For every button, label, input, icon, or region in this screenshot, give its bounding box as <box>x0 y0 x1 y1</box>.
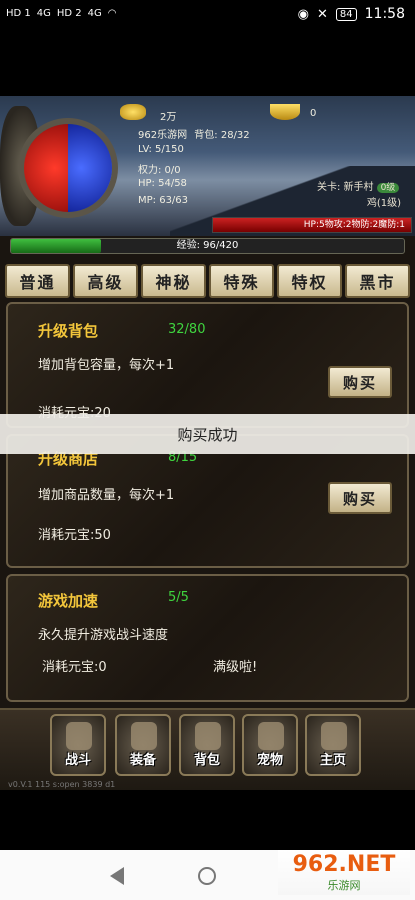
door-icon <box>321 722 347 750</box>
player-name: 962乐游网 <box>138 130 188 141</box>
stage-level-badge: 0级 <box>376 183 400 193</box>
pet-stats-bar: HP:5物攻:2物防:2魔防:1 <box>212 217 412 233</box>
nav-label: 主页 <box>319 753 346 768</box>
tab-special[interactable]: 特殊 <box>209 264 274 298</box>
home-icon[interactable] <box>198 867 216 885</box>
nav-battle-button[interactable]: 战斗 <box>50 714 106 776</box>
bottom-nav: 战斗 装备 背包 宠物 主页 v0.V.1 115 s:open 3839 d1 <box>0 708 415 790</box>
tab-advanced[interactable]: 高级 <box>73 264 138 298</box>
item-count: 32/80 <box>168 322 206 337</box>
maxed-label: 满级啦! <box>213 660 258 675</box>
item-cost: 消耗元宝:0 <box>42 660 107 675</box>
exp-bar: 经验: 96/420 <box>10 238 405 254</box>
item-title: 游戏加速 <box>38 592 99 610</box>
stage-label: 关卡: 新手村 <box>317 182 374 193</box>
clock: 11:58 <box>364 6 405 22</box>
network-label-2: 4G <box>87 8 102 19</box>
swords-icon <box>66 722 92 750</box>
ingot-icon <box>270 104 300 120</box>
pet-name: 鸡(1级) <box>366 198 401 209</box>
shop-item-speed: 游戏加速 5/5 永久提升游戏战斗速度 消耗元宝:0 满级啦! <box>6 574 409 702</box>
bag-capacity: 背包: 28/32 <box>194 130 250 141</box>
power-text: 权力: 0/0 <box>138 165 181 176</box>
level-text: LV: 5/150 <box>138 144 184 155</box>
buy-button[interactable]: 购买 <box>328 482 392 514</box>
mute-icon: ✕ <box>317 6 328 22</box>
buy-button[interactable]: 购买 <box>328 366 392 398</box>
item-title: 升级背包 <box>38 322 99 340</box>
ingot-amount: 0 <box>310 108 317 119</box>
wifi-icon: ◠ <box>107 8 117 19</box>
nav-home-button[interactable]: 主页 <box>305 714 361 776</box>
shop-item-shop: 升级商店 8/15 增加商品数量，每次+1 购买 消耗元宝:50 <box>6 434 409 568</box>
armor-icon <box>131 722 157 750</box>
hp-orb-half <box>24 124 68 212</box>
item-description: 增加背包容量，每次+1 <box>38 358 175 373</box>
sim2-label: HD 2 <box>56 8 82 19</box>
item-count: 5/5 <box>168 590 189 605</box>
tab-privilege[interactable]: 特权 <box>277 264 342 298</box>
name-bag-line: 962乐游网 背包: 28/32 <box>138 126 250 141</box>
sim1-label: HD 1 <box>6 8 31 19</box>
nav-pet-button[interactable]: 宠物 <box>242 714 298 776</box>
network-label: 4G <box>36 8 51 19</box>
watermark-sub: 乐游网 <box>327 879 361 892</box>
shop-item-bag: 升级背包 32/80 增加背包容量，每次+1 购买 消耗元宝:20 <box>6 302 409 428</box>
nav-label: 宠物 <box>256 753 283 768</box>
bag-icon <box>195 722 221 750</box>
purchase-toast: 购买成功 <box>0 414 415 454</box>
nav-bag-button[interactable]: 背包 <box>179 714 235 776</box>
watermark-logo: 962.NET 乐游网 <box>278 850 410 895</box>
gold-coin-icon <box>120 104 146 120</box>
exp-text: 经验: 96/420 <box>176 240 239 251</box>
battery-icon: 84 <box>335 7 357 21</box>
helmet-icon <box>258 722 284 750</box>
hero-panel: 2万 0 962乐游网 背包: 28/32 LV: 5/150 权力: 0/0 … <box>0 96 415 236</box>
nav-label: 背包 <box>193 753 220 768</box>
stage-info: 关卡: 新手村 0级 <box>317 178 400 193</box>
item-description: 永久提升游戏战斗速度 <box>38 628 169 643</box>
tab-black-market[interactable]: 黑市 <box>345 264 410 298</box>
nav-label: 战斗 <box>64 753 91 768</box>
hp-text: HP: 54/58 <box>138 178 187 189</box>
shop-tabs: 普通 高级 神秘 特殊 特权 黑市 <box>5 264 410 298</box>
watermark-brand: 962.NET <box>292 852 396 877</box>
version-text: v0.V.1 115 s:open 3839 d1 <box>8 780 116 789</box>
tab-mystery[interactable]: 神秘 <box>141 264 206 298</box>
item-description: 增加商品数量，每次+1 <box>38 488 175 503</box>
eye-icon: ◉ <box>297 6 309 22</box>
nav-equipment-button[interactable]: 装备 <box>115 714 171 776</box>
item-cost: 消耗元宝:50 <box>38 528 111 543</box>
hp-mp-orb <box>18 118 118 218</box>
nav-label: 装备 <box>129 753 156 768</box>
mp-orb-half <box>68 124 112 212</box>
game-screen: 2万 0 962乐游网 背包: 28/32 LV: 5/150 权力: 0/0 … <box>0 96 415 790</box>
tab-normal[interactable]: 普通 <box>5 264 70 298</box>
back-icon[interactable] <box>110 867 124 885</box>
gold-amount: 2万 <box>160 112 177 123</box>
status-bar: HD 1 4G HD 2 4G ◠ ◉ ✕ 84 11:58 <box>0 0 415 32</box>
mp-text: MP: 63/63 <box>138 195 189 206</box>
